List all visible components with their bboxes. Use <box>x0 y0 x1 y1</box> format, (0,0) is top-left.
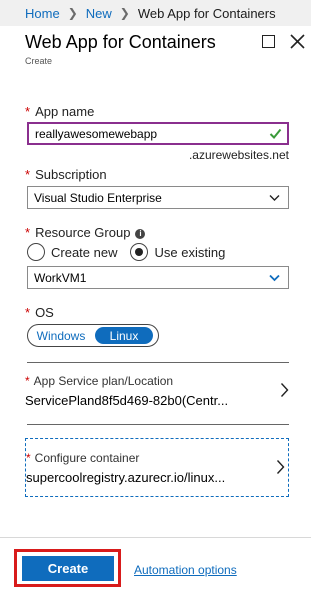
breadcrumb-separator-icon: ❯ <box>119 6 130 20</box>
service-plan-value: ServicePland8f5d469-82b0(Centr... <box>25 393 229 408</box>
required-marker: * <box>25 104 31 119</box>
required-marker: * <box>25 305 31 320</box>
chevron-down-icon <box>269 195 280 201</box>
resource-group-radio-group: Create new Use existing <box>27 243 238 261</box>
divider <box>27 362 289 363</box>
radio-use-existing[interactable]: Use existing <box>130 243 225 261</box>
breadcrumb-current: Web App for Containers <box>137 5 276 21</box>
info-icon[interactable]: i <box>135 229 146 239</box>
os-toggle[interactable]: Windows Linux <box>27 324 159 347</box>
blade-header: Web App for Containers Create <box>0 26 311 72</box>
configure-container-label: * Configure container <box>26 451 140 465</box>
subscription-value: Visual Studio Enterprise <box>34 190 162 205</box>
app-name-input[interactable]: reallyawesomewebapp <box>27 122 289 145</box>
breadcrumb-new-link[interactable]: New <box>86 6 112 21</box>
configure-container-value: supercoolregistry.azurecr.io/linux... <box>26 470 226 485</box>
radio-button[interactable] <box>27 243 45 261</box>
os-label: * OS <box>25 305 54 320</box>
service-plan-label: * App Service plan/Location <box>25 374 174 388</box>
subscription-label: * Subscription <box>25 167 107 182</box>
required-marker: * <box>25 225 31 240</box>
subscription-select[interactable]: Visual Studio Enterprise <box>27 186 289 209</box>
automation-options-link[interactable]: Automation options <box>134 563 237 577</box>
chevron-right-icon <box>280 383 289 397</box>
resource-group-label: * Resource Group i <box>25 225 146 240</box>
os-option-windows[interactable]: Windows <box>28 325 94 346</box>
breadcrumb-home-link[interactable]: Home <box>25 6 60 21</box>
footer-divider <box>0 537 311 538</box>
os-option-linux[interactable]: Linux <box>95 327 153 344</box>
radio-create-new[interactable]: Create new <box>27 243 117 261</box>
app-name-suffix: .azurewebsites.net <box>188 148 289 162</box>
chevron-down-icon <box>269 274 280 282</box>
required-marker: * <box>25 374 30 388</box>
breadcrumb-separator-icon: ❯ <box>67 6 78 20</box>
radio-button-selected[interactable] <box>130 243 149 261</box>
service-plan-row[interactable]: * App Service plan/Location ServicePland8… <box>25 374 289 414</box>
create-button[interactable]: Create <box>22 556 114 581</box>
configure-container-row[interactable]: * Configure container supercoolregistry.a… <box>25 438 289 497</box>
resource-group-value: WorkVM1 <box>34 270 87 285</box>
page-subtitle: Create <box>25 56 53 66</box>
page-title: Web App for Containers <box>25 32 216 52</box>
radio-create-new-label: Create new <box>51 244 118 260</box>
required-marker: * <box>25 167 31 182</box>
app-name-label: * App name <box>25 104 95 119</box>
breadcrumb: Home ❯ New ❯ Web App for Containers <box>0 0 311 26</box>
close-icon[interactable] <box>289 33 306 50</box>
required-marker: * <box>26 451 31 465</box>
divider <box>27 424 289 425</box>
radio-use-existing-label: Use existing <box>154 244 226 260</box>
check-icon <box>269 128 282 139</box>
app-name-value: reallyawesomewebapp <box>35 126 158 141</box>
resource-group-select[interactable]: WorkVM1 <box>27 266 289 289</box>
maximize-icon[interactable] <box>262 35 275 48</box>
chevron-right-icon <box>276 460 285 474</box>
